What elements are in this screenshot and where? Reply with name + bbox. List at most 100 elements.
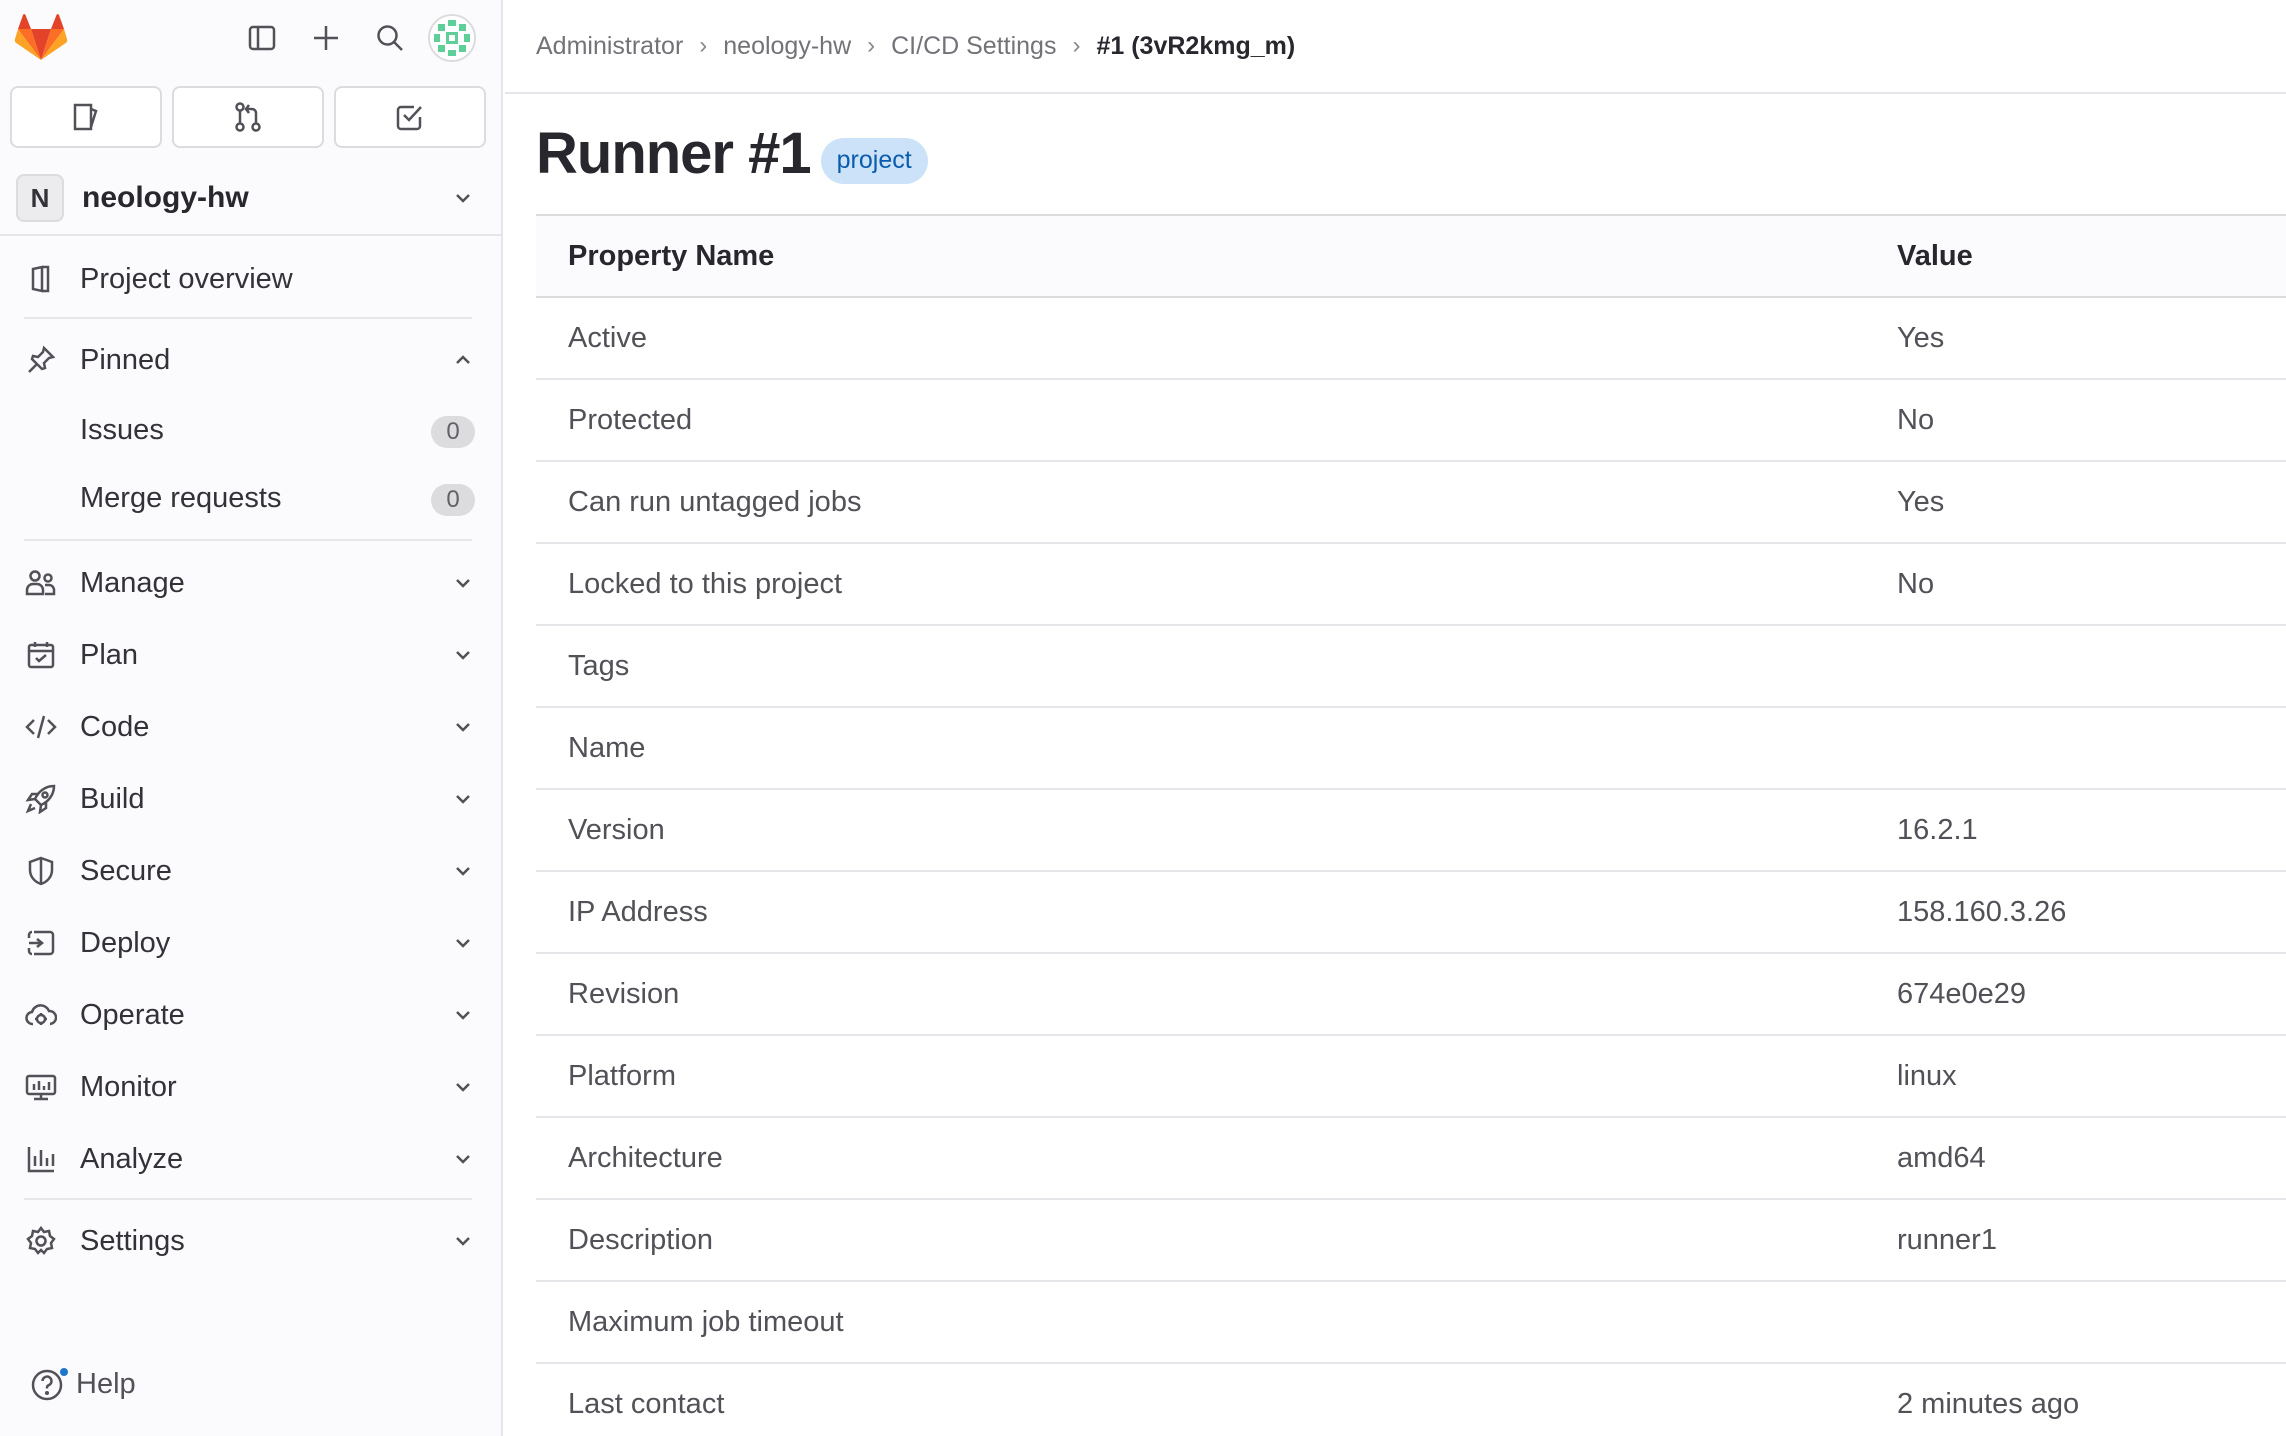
nav-label: Deploy <box>80 926 171 959</box>
property-name-cell: IP Address <box>536 871 1897 954</box>
users-icon <box>24 566 58 600</box>
property-name-cell: Protected <box>536 379 1897 462</box>
nav-pinned-merge-requests[interactable]: Merge requests 0 <box>0 468 501 530</box>
table-row: Maximum job timeout <box>536 1281 2286 1364</box>
nav-pinned-issues[interactable]: Issues 0 <box>0 400 501 462</box>
help-label: Help <box>76 1367 136 1400</box>
merge-request-icon <box>235 102 261 132</box>
sidebar: N neology-hw Project overview Pinned Iss… <box>0 0 503 1436</box>
runner-type-badge: project <box>820 137 928 184</box>
todo-icon <box>396 105 422 131</box>
todo-list-button[interactable] <box>334 86 486 148</box>
property-name-cell: Name <box>536 707 1897 790</box>
breadcrumb-item[interactable]: CI/CD Settings <box>891 32 1056 61</box>
chevron-down-icon <box>449 184 477 212</box>
chart-icon <box>24 1142 58 1176</box>
nav-operate[interactable]: Operate <box>0 984 501 1046</box>
divider <box>24 1198 472 1200</box>
nav-pinned[interactable]: Pinned <box>0 329 501 391</box>
chevron-down-icon <box>449 1145 477 1173</box>
nav-project-overview[interactable]: Project overview <box>0 248 501 310</box>
issues-count-badge: 0 <box>431 416 475 448</box>
nav-label: Merge requests <box>80 482 282 514</box>
gear-icon <box>24 1224 58 1258</box>
project-name: neology-hw <box>82 181 249 214</box>
property-value-cell: Yes <box>1897 297 2286 380</box>
property-name-cell: Locked to this project <box>536 543 1897 626</box>
page-header: Runner #1 project <box>536 120 928 187</box>
project-switcher[interactable]: N neology-hw <box>0 162 501 236</box>
nav-analyze[interactable]: Analyze <box>0 1128 501 1190</box>
property-value-cell: 2 minutes ago <box>1897 1363 2286 1436</box>
nav-label: Monitor <box>80 1070 177 1103</box>
nav-label: Manage <box>80 566 185 599</box>
property-name-cell: Tags <box>536 625 1897 708</box>
nav-plan[interactable]: Plan <box>0 624 501 686</box>
nav-label: Settings <box>80 1224 185 1257</box>
merge-requests-button[interactable] <box>172 86 324 148</box>
nav-monitor[interactable]: Monitor <box>0 1056 501 1118</box>
breadcrumb-current[interactable]: #1 (3vR2kmg_m) <box>1096 32 1295 61</box>
divider <box>24 317 472 319</box>
table-row: Locked to this project No <box>536 543 2286 626</box>
property-name-cell: Description <box>536 1199 1897 1282</box>
table-row: Architecture amd64 <box>536 1117 2286 1200</box>
table-row: Description runner1 <box>536 1199 2286 1282</box>
search-icon[interactable] <box>370 18 410 58</box>
gitlab-logo[interactable] <box>14 14 68 62</box>
property-name-cell: Version <box>536 789 1897 872</box>
sidebar-toggle-icon[interactable] <box>242 18 282 58</box>
property-name-cell: Revision <box>536 953 1897 1036</box>
property-value-cell: amd64 <box>1897 1117 2286 1200</box>
table-row: Protected No <box>536 379 2286 462</box>
nav-deploy[interactable]: Deploy <box>0 912 501 974</box>
calendar-icon <box>24 638 58 672</box>
nav-code[interactable]: Code <box>0 696 501 758</box>
chevron-down-icon <box>449 569 477 597</box>
table-row: Version 16.2.1 <box>536 789 2286 872</box>
page-title: Runner #1 <box>536 121 812 186</box>
table-row: Active Yes <box>536 297 2286 380</box>
nav-label: Plan <box>80 638 139 671</box>
nav-label: Analyze <box>80 1142 184 1175</box>
assigned-issues-button[interactable] <box>10 86 162 148</box>
nav-build[interactable]: Build <box>0 768 501 830</box>
property-value-cell: No <box>1897 543 2286 626</box>
chevron-down-icon <box>449 785 477 813</box>
breadcrumb-separator: › <box>867 32 876 59</box>
nav-settings[interactable]: Settings <box>0 1210 501 1272</box>
property-value-cell: 16.2.1 <box>1897 789 2286 872</box>
chevron-down-icon <box>449 1227 477 1255</box>
column-header-property: Property Name <box>536 214 1897 298</box>
rocket-icon <box>24 782 58 816</box>
property-value-cell: runner1 <box>1897 1199 2286 1282</box>
property-value-cell <box>1897 1281 2286 1364</box>
nav-label: Operate <box>80 998 185 1031</box>
table-header-row: Property Name Value <box>536 214 2286 298</box>
project-avatar: N <box>16 174 64 222</box>
breadcrumb-item[interactable]: neology-hw <box>723 32 851 61</box>
monitor-icon <box>24 1070 58 1104</box>
cloud-gear-icon <box>24 998 58 1032</box>
property-name-cell: Active <box>536 297 1897 380</box>
nav-label: Pinned <box>80 343 171 376</box>
property-value-cell: No <box>1897 379 2286 462</box>
chevron-down-icon <box>449 1073 477 1101</box>
nav-manage[interactable]: Manage <box>0 552 501 614</box>
table-row: Platform linux <box>536 1035 2286 1118</box>
divider <box>24 539 472 541</box>
help-button[interactable]: Help <box>30 1364 136 1404</box>
nav-secure[interactable]: Secure <box>0 840 501 902</box>
breadcrumb-separator: › <box>1072 32 1081 59</box>
deploy-icon <box>24 926 58 960</box>
user-avatar[interactable] <box>428 14 476 62</box>
breadcrumb-item[interactable]: Administrator <box>536 32 683 61</box>
create-new-icon[interactable] <box>306 18 346 58</box>
nav-label: Code <box>80 710 150 743</box>
merge-requests-count-badge: 0 <box>431 484 475 516</box>
property-name-cell: Architecture <box>536 1117 1897 1200</box>
property-name-cell: Platform <box>536 1035 1897 1118</box>
table-row: Can run untagged jobs Yes <box>536 461 2286 544</box>
project-icon <box>24 262 58 296</box>
chevron-down-icon <box>449 1001 477 1029</box>
